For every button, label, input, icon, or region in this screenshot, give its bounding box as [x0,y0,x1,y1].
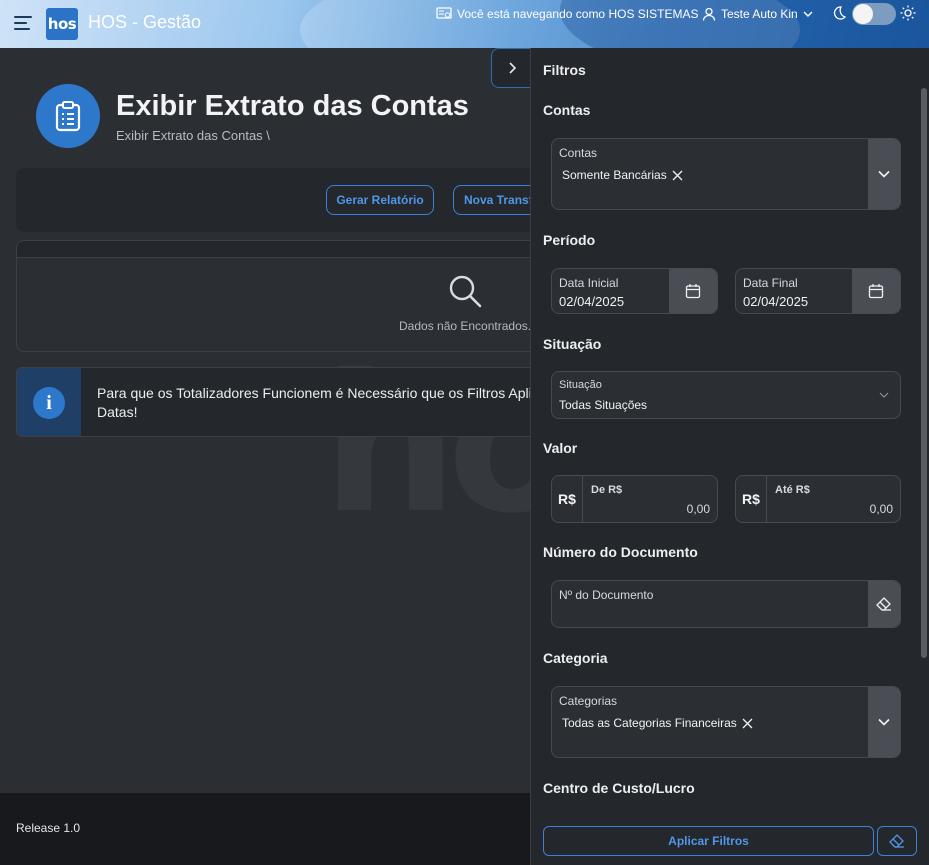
info-message: Para que os Totalizadores Funcionem é Ne… [97,385,555,420]
calendar-icon [868,284,884,299]
accounts-field-label: Contas [559,146,598,160]
info-alert-side: i [17,368,81,436]
user-name: Teste Auto Kin [721,7,798,21]
app-logo[interactable]: hos [46,8,78,40]
end-date-field[interactable]: Data Final 02/04/2025 [735,268,901,314]
top-bar: hos HOS - Gestão Você está navegando com… [0,0,929,48]
app-title: HOS - Gestão [88,12,202,32]
hamburger-menu-icon[interactable] [14,16,32,30]
clear-filters-button[interactable] [877,826,917,856]
accounts-dropdown-button[interactable] [868,139,900,209]
browsing-as-indicator[interactable]: Você está navegando como HOS SISTEMAS [436,7,698,21]
start-date-field[interactable]: Data Inicial 02/04/2025 [551,268,718,314]
filters-panel-title: Filtros [543,62,586,78]
page-title: Exibir Extrato das Contas [116,90,469,122]
category-section-label: Categoria [543,650,608,666]
cost-center-section-label: Centro de Custo/Lucro [543,780,695,796]
accounts-chip[interactable]: Somente Bancárias [562,168,683,182]
apply-filters-button[interactable]: Aplicar Filtros [543,826,874,856]
eraser-icon [876,597,891,611]
results-table: Dados não Encontrados. [16,240,556,352]
search-icon [449,275,482,308]
clipboard-icon [55,101,81,132]
start-date-label: Data Inicial [559,276,619,290]
info-icon: i [33,387,65,419]
moon-icon [833,6,846,20]
empty-state-text: Dados não Encontrados. [399,319,532,333]
category-field-label: Categorias [559,694,618,708]
page-icon [36,84,100,148]
eraser-icon [889,834,904,848]
chevron-down-icon [803,11,813,17]
accounts-section-label: Contas [543,102,591,118]
browsing-as-text: Você está navegando como HOS SISTEMAS [457,7,699,21]
remove-chip-icon[interactable] [742,718,753,729]
panel-scrollbar[interactable] [921,88,927,658]
category-select[interactable]: Categorias Todas as Categorias Financeir… [551,686,901,758]
info-alert: i Para que os Totalizadores Funcionem é … [16,367,556,437]
collapse-filters-button[interactable] [491,48,531,88]
end-date-calendar-button[interactable] [852,269,900,313]
table-header [17,241,555,258]
chevron-right-icon [508,62,516,74]
remove-chip-icon[interactable] [672,170,683,181]
status-field-label: Situação [559,379,602,391]
document-number-placeholder: Nº do Documento [559,588,654,602]
document-number-input[interactable]: Nº do Documento [551,580,901,628]
accounts-select[interactable]: Contas Somente Bancárias [551,138,901,210]
clear-document-button[interactable] [868,581,900,627]
amount-from-value: 0,00 [686,502,710,516]
filters-panel: Filtros Contas Contas Somente Bancárias … [530,48,929,865]
amount-to-field[interactable]: R$ Até R$ 0,00 [735,475,901,523]
amount-from-label: De R$ [591,484,623,496]
release-version: Release 1.0 [16,821,81,835]
category-dropdown-button[interactable] [868,687,900,757]
status-section-label: Situação [543,336,602,352]
chevron-down-icon [879,392,889,398]
period-section-label: Período [543,232,596,248]
generate-report-button[interactable]: Gerar Relatório [326,185,434,215]
document-section-label: Número do Documento [543,544,698,560]
status-select[interactable]: Situação Todas Situações [551,371,901,419]
currency-prefix: R$ [736,476,767,522]
amount-to-label: Até R$ [775,484,810,496]
category-chip-label: Todas as Categorias Financeiras [562,716,737,730]
amount-to-value: 0,00 [869,502,893,516]
amount-section-label: Valor [543,440,578,456]
amount-from-field[interactable]: R$ De R$ 0,00 [551,475,718,523]
company-card-icon [436,7,452,19]
status-value: Todas Situações [559,398,648,412]
actions-card: Gerar Relatório Nova Transferência [16,168,556,232]
theme-toggle[interactable] [852,3,896,25]
user-icon [702,7,716,21]
start-date-value: 02/04/2025 [559,294,625,309]
calendar-icon [685,284,701,299]
start-date-calendar-button[interactable] [669,269,717,313]
breadcrumb[interactable]: Exibir Extrato das Contas \ [116,128,270,143]
sun-icon [900,5,916,21]
end-date-value: 02/04/2025 [743,294,809,309]
accounts-chip-label: Somente Bancárias [562,168,667,182]
end-date-label: Data Final [743,276,798,290]
category-chip[interactable]: Todas as Categorias Financeiras [562,716,753,730]
user-menu[interactable]: Teste Auto Kin [702,7,813,21]
currency-prefix: R$ [552,476,583,522]
chevron-down-icon [878,718,890,726]
chevron-down-icon [878,170,890,178]
